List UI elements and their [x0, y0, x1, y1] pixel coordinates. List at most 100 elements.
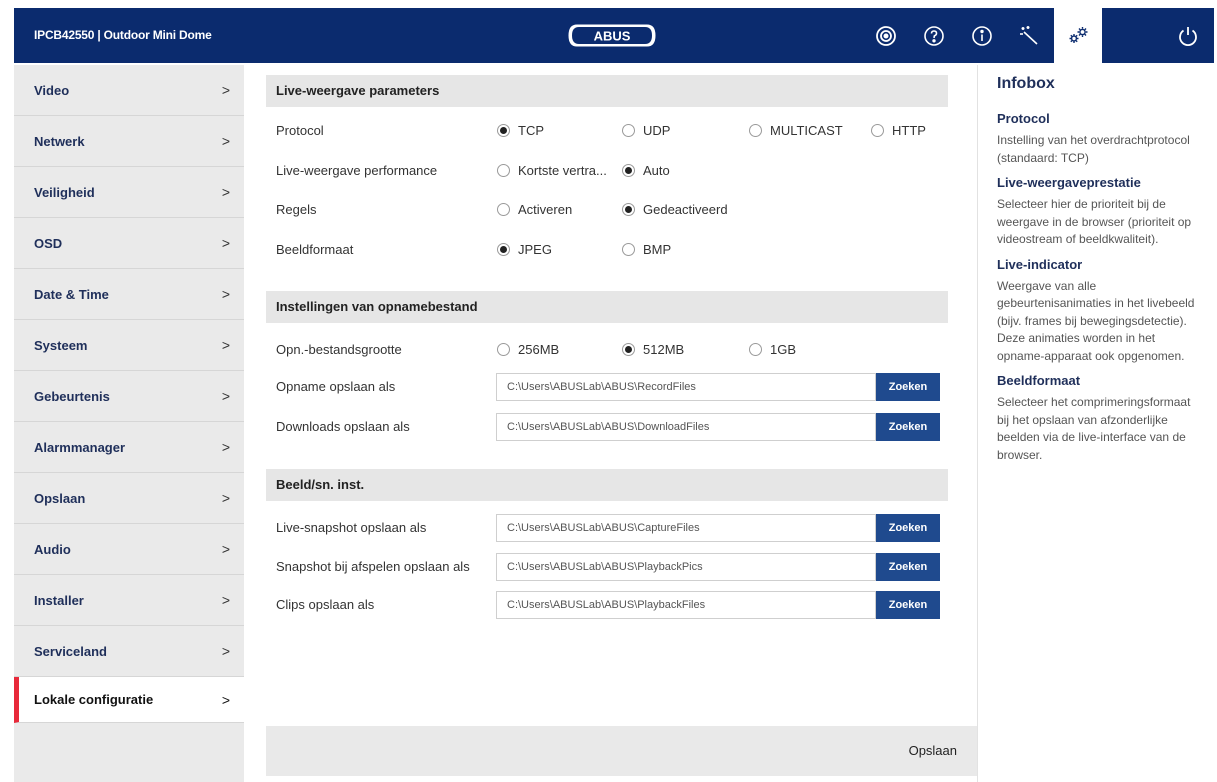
- browse-live-snapshot-button[interactable]: Zoeken: [876, 514, 940, 542]
- radio-label: MULTICAST: [770, 123, 843, 138]
- infobox-text-live-indicator: Weergave van alle gebeurtenisanimaties i…: [997, 278, 1195, 363]
- section-heading-record: Instellingen van opnamebestand: [266, 291, 948, 323]
- chevron-right-icon: >: [221, 388, 230, 404]
- protocol-label: Protocol: [276, 123, 324, 138]
- sidebar-item-label: Netwerk: [34, 133, 85, 149]
- rules-label: Regels: [276, 202, 317, 217]
- radio-protocol-multicast[interactable]: MULTICAST: [749, 123, 843, 138]
- chevron-right-icon: >: [221, 439, 230, 455]
- clips-label: Clips opslaan als: [276, 597, 375, 612]
- sidebar-item-systeem[interactable]: Systeem >: [14, 320, 244, 371]
- sidebar-item-alarmmanager[interactable]: Alarmmanager >: [14, 422, 244, 473]
- settings-button[interactable]: [1054, 8, 1102, 63]
- radio-circle-checked: [622, 203, 635, 216]
- radio-circle: [497, 164, 510, 177]
- live-snapshot-path-field[interactable]: C:\Users\ABUSLab\ABUS\CaptureFiles: [496, 514, 876, 542]
- sidebar-item-label: Lokale configuratie: [34, 692, 154, 707]
- browse-clips-button[interactable]: Zoeken: [876, 591, 940, 619]
- sidebar-item-installer[interactable]: Installer >: [14, 575, 244, 626]
- sidebar-item-label: Opslaan: [34, 490, 86, 506]
- sidebar-item-date-time[interactable]: Date & Time >: [14, 269, 244, 320]
- abus-logo: ABUS: [567, 23, 657, 48]
- radio-circle: [871, 124, 884, 137]
- sidebar-item-label: Audio: [34, 541, 71, 557]
- radio-size-256mb[interactable]: 256MB: [497, 342, 559, 357]
- installer-wand-icon: [1020, 25, 1038, 45]
- radio-size-1gb[interactable]: 1GB: [749, 342, 796, 357]
- infobox-text-image-format: Selecteer het comprimeringsformaat bij h…: [997, 395, 1191, 462]
- radio-format-bmp[interactable]: BMP: [622, 242, 671, 257]
- browse-record-button[interactable]: Zoeken: [876, 373, 940, 401]
- info-button[interactable]: [958, 8, 1006, 63]
- radio-label: 256MB: [518, 342, 560, 357]
- radio-circle: [749, 343, 762, 356]
- sidebar-item-opslaan[interactable]: Opslaan >: [14, 473, 244, 524]
- save-bar: Opslaan: [266, 726, 977, 776]
- radio-circle: [622, 124, 635, 137]
- chevron-right-icon: >: [221, 592, 230, 608]
- chevron-right-icon: >: [221, 133, 230, 149]
- sidebar-item-video[interactable]: Video >: [14, 65, 244, 116]
- clips-path-field[interactable]: C:\Users\ABUSLab\ABUS\PlaybackFiles: [496, 591, 876, 619]
- power-button[interactable]: [1162, 8, 1214, 63]
- installer-wand-button[interactable]: [1006, 8, 1054, 63]
- sidebar-item-label: Serviceland: [34, 643, 107, 659]
- radio-circle-checked: [622, 343, 635, 356]
- chevron-right-icon: >: [221, 337, 230, 353]
- sidebar-item-netwerk[interactable]: Netwerk >: [14, 116, 244, 167]
- chevron-right-icon: >: [221, 82, 230, 98]
- record-path-field[interactable]: C:\Users\ABUSLab\ABUS\RecordFiles: [496, 373, 876, 401]
- radio-label: TCP: [518, 123, 544, 138]
- sidebar-item-audio[interactable]: Audio >: [14, 524, 244, 575]
- radio-circle: [749, 124, 762, 137]
- info-icon: [972, 25, 992, 46]
- sidebar-item-veiligheid[interactable]: Veiligheid >: [14, 167, 244, 218]
- chevron-right-icon: >: [221, 235, 230, 251]
- radio-circle-checked: [497, 124, 510, 137]
- record-path-label: Opname opslaan als: [276, 379, 396, 394]
- radio-size-512mb[interactable]: 512MB: [622, 342, 684, 357]
- save-button[interactable]: Opslaan: [909, 726, 957, 776]
- playback-snapshot-path-field[interactable]: C:\Users\ABUSLab\ABUS\PlaybackPics: [496, 553, 876, 581]
- sidebar-item-osd[interactable]: OSD >: [14, 218, 244, 269]
- help-button[interactable]: [910, 8, 958, 63]
- section-heading-snapshot: Beeld/sn. inst.: [266, 469, 948, 501]
- performance-label: Live-weergave performance: [276, 163, 438, 178]
- section-heading-live: Live-weergave parameters: [266, 75, 948, 107]
- radio-label: 512MB: [643, 342, 685, 357]
- browse-download-button[interactable]: Zoeken: [876, 413, 940, 441]
- infobox-heading-protocol: Protocol: [997, 111, 1050, 126]
- radio-protocol-http[interactable]: HTTP: [871, 123, 926, 138]
- sidebar: Video > Netwerk > Veiligheid > OSD > Date & …: [14, 65, 244, 782]
- radio-circle-checked: [622, 164, 635, 177]
- radio-circle: [497, 203, 510, 216]
- main-content: Live-weergave parameters Protocol TCP UD…: [244, 65, 977, 782]
- radio-label: HTTP: [892, 123, 926, 138]
- sidebar-item-serviceland[interactable]: Serviceland >: [14, 626, 244, 677]
- top-header: IPCB42550 | Outdoor Mini Dome ABUS: [14, 8, 1214, 63]
- download-path-field[interactable]: C:\Users\ABUSLab\ABUS\DownloadFiles: [496, 413, 876, 441]
- radio-rules-deactivated[interactable]: Gedeactiveerd: [622, 202, 728, 217]
- sidebar-item-label: Gebeurtenis: [34, 388, 110, 404]
- device-title: IPCB42550 | Outdoor Mini Dome: [34, 28, 212, 42]
- sidebar-item-label: Date & Time: [34, 286, 109, 302]
- radio-label: Kortste vertra...: [518, 163, 607, 178]
- radio-circle: [497, 343, 510, 356]
- sidebar-item-lokale-configuratie[interactable]: Lokale configuratie >: [14, 677, 244, 723]
- radio-performance-shortest[interactable]: Kortste vertra...: [497, 163, 607, 178]
- radio-protocol-tcp[interactable]: TCP: [497, 123, 544, 138]
- sidebar-item-gebeurtenis[interactable]: Gebeurtenis >: [14, 371, 244, 422]
- radio-circle-checked: [497, 243, 510, 256]
- radio-rules-activate[interactable]: Activeren: [497, 202, 572, 217]
- radio-performance-auto[interactable]: Auto: [622, 163, 670, 178]
- radio-protocol-udp[interactable]: UDP: [622, 123, 670, 138]
- chevron-right-icon: >: [221, 643, 230, 659]
- help-icon: [924, 25, 944, 46]
- live-view-button[interactable]: [862, 8, 910, 63]
- infobox-heading-live-performance: Live-weergaveprestatie: [997, 175, 1141, 190]
- browse-playback-snapshot-button[interactable]: Zoeken: [876, 553, 940, 581]
- infobox-text-live-performance: Selecteer hier de prioriteit bij de weer…: [997, 197, 1192, 246]
- radio-format-jpeg[interactable]: JPEG: [497, 242, 552, 257]
- radio-label: BMP: [643, 242, 672, 257]
- radio-label: JPEG: [518, 242, 552, 257]
